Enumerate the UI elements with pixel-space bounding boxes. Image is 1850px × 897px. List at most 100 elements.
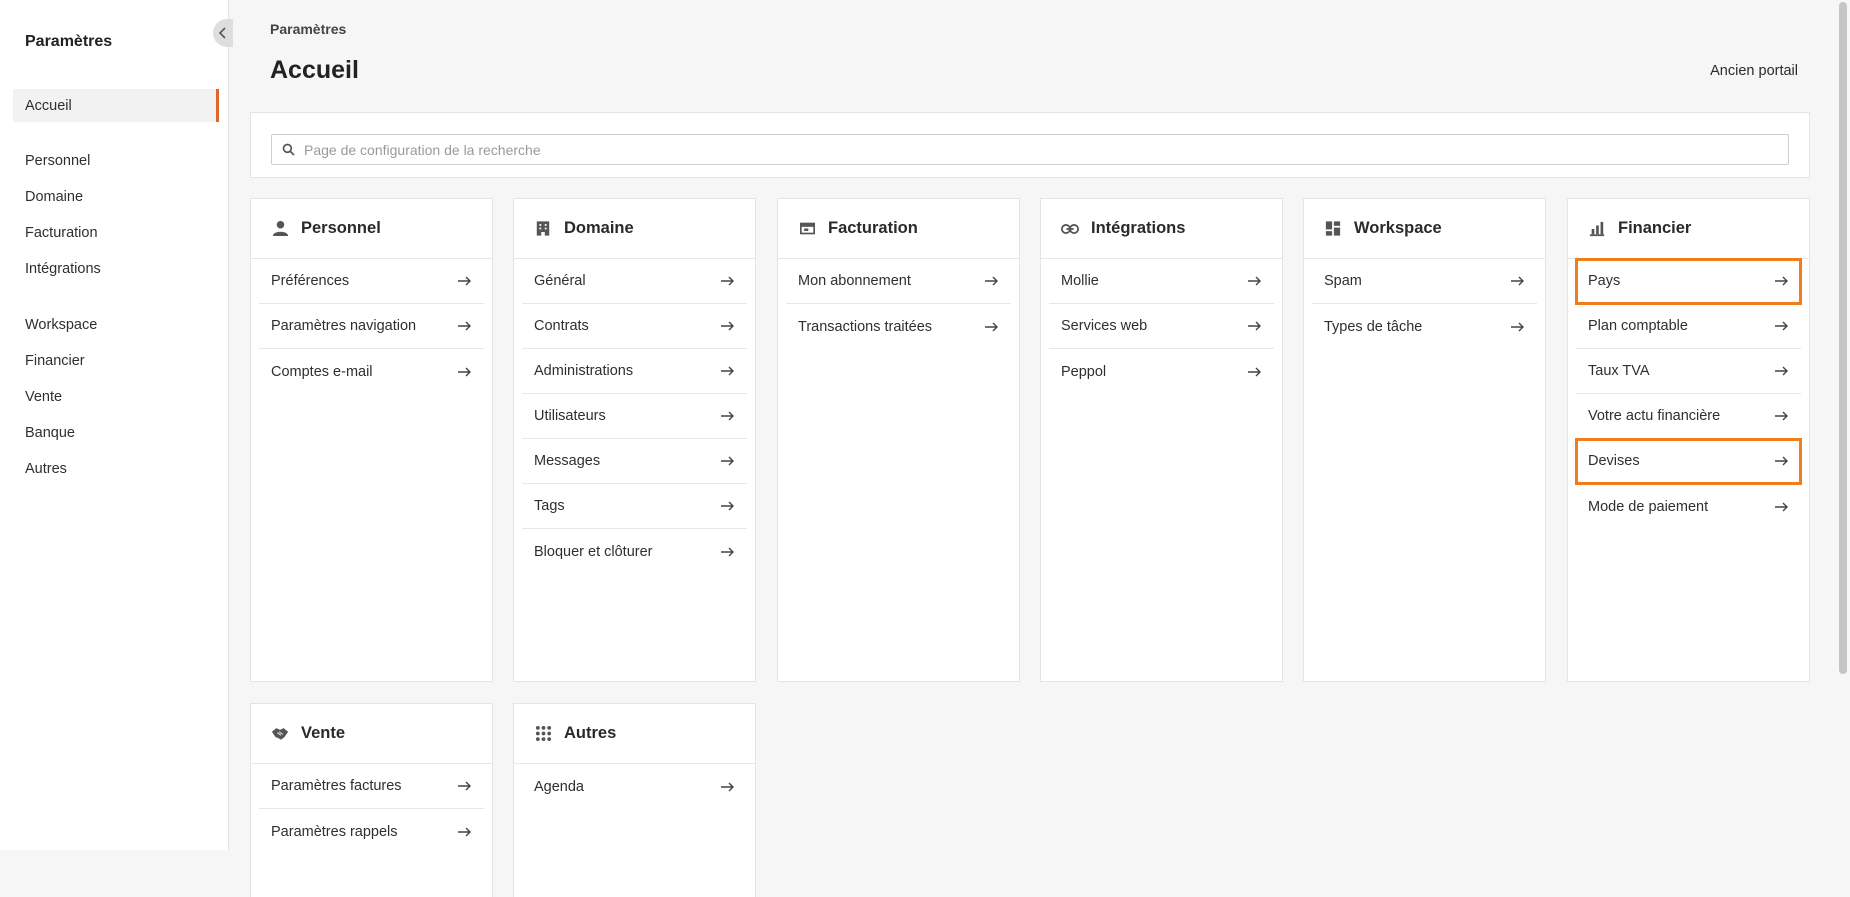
card-domaine: Domaine Général Contrats Administrations… bbox=[513, 198, 756, 682]
card-link-messages[interactable]: Messages bbox=[522, 439, 747, 484]
link-label: Peppol bbox=[1061, 363, 1107, 380]
bar-chart-icon bbox=[1588, 220, 1606, 238]
card-link-mon-abonnement[interactable]: Mon abonnement bbox=[786, 259, 1011, 304]
chevron-left-icon bbox=[218, 27, 226, 39]
card-link-mode-de-paiement[interactable]: Mode de paiement bbox=[1576, 484, 1801, 529]
card-header: Domaine bbox=[514, 199, 755, 259]
link-label: Plan comptable bbox=[1588, 318, 1688, 334]
card-link-devises[interactable]: Devises bbox=[1575, 438, 1802, 485]
card-link-plan-comptable[interactable]: Plan comptable bbox=[1576, 304, 1801, 349]
arrow-right-icon bbox=[458, 781, 471, 791]
card-title: Personnel bbox=[301, 219, 381, 237]
card-link-agenda[interactable]: Agenda bbox=[522, 764, 747, 809]
arrow-right-icon bbox=[1775, 321, 1788, 331]
link-label: Paramètres rappels bbox=[271, 823, 398, 840]
sidebar-item-autres[interactable]: Autres bbox=[13, 452, 219, 485]
handshake-icon bbox=[271, 725, 289, 743]
card-link-bloquer-cloturer[interactable]: Bloquer et clôturer bbox=[522, 529, 747, 574]
search-panel bbox=[250, 112, 1810, 178]
card-link-votre-actu-financiere[interactable]: Votre actu financière bbox=[1576, 394, 1801, 439]
card-link-comptes-email[interactable]: Comptes e-mail bbox=[259, 349, 484, 394]
arrow-right-icon bbox=[1775, 502, 1788, 511]
arrow-right-icon bbox=[721, 366, 734, 376]
card-link-mollie[interactable]: Mollie bbox=[1049, 259, 1274, 304]
card-link-preferences[interactable]: Préférences bbox=[259, 259, 484, 304]
card-link-peppol[interactable]: Peppol bbox=[1049, 349, 1274, 394]
grid-dots-icon bbox=[534, 725, 552, 743]
arrow-right-icon bbox=[1775, 411, 1788, 421]
arrow-right-icon bbox=[721, 411, 734, 421]
sidebar-item-integrations[interactable]: Intégrations bbox=[13, 252, 219, 285]
arrow-right-icon bbox=[458, 276, 471, 286]
card-link-services-web[interactable]: Services web bbox=[1049, 304, 1274, 349]
card-link-parametres-navigation[interactable]: Paramètres navigation bbox=[259, 304, 484, 349]
arrow-right-icon bbox=[1511, 276, 1524, 286]
card-link-contrats[interactable]: Contrats bbox=[522, 304, 747, 349]
link-label: Tags bbox=[534, 498, 565, 514]
card-link-pays[interactable]: Pays bbox=[1575, 258, 1802, 305]
link-label: Messages bbox=[534, 453, 601, 469]
card-header: Facturation bbox=[778, 199, 1019, 259]
link-label: Devises bbox=[1588, 453, 1640, 469]
card-link-spam[interactable]: Spam bbox=[1312, 259, 1537, 304]
card-link-administrations[interactable]: Administrations bbox=[522, 349, 747, 394]
billing-icon bbox=[798, 220, 816, 238]
old-portal-link[interactable]: Ancien portail bbox=[1710, 63, 1798, 79]
card-header: Personnel bbox=[251, 199, 492, 259]
sidebar-item-personnel[interactable]: Personnel bbox=[13, 144, 219, 177]
link-label: Préférences bbox=[271, 273, 350, 289]
card-title: Financier bbox=[1618, 219, 1692, 237]
arrow-right-icon bbox=[1248, 321, 1261, 331]
card-header: Vente bbox=[251, 704, 492, 764]
arrow-right-icon bbox=[458, 321, 471, 331]
card-link-utilisateurs[interactable]: Utilisateurs bbox=[522, 394, 747, 439]
card-title: Workspace bbox=[1354, 219, 1442, 237]
card-link-tags[interactable]: Tags bbox=[522, 484, 747, 529]
search-box[interactable] bbox=[271, 134, 1789, 165]
arrow-right-icon bbox=[721, 547, 734, 556]
link-label: Général bbox=[534, 273, 586, 289]
card-link-parametres-factures[interactable]: Paramètres factures bbox=[259, 764, 484, 809]
collapse-sidebar-button[interactable] bbox=[213, 19, 233, 47]
person-icon bbox=[271, 220, 289, 238]
card-facturation: Facturation Mon abonnement Transactions … bbox=[777, 198, 1020, 682]
link-label: Taux TVA bbox=[1588, 363, 1650, 379]
page-title: Accueil bbox=[270, 56, 359, 84]
arrow-right-icon bbox=[721, 782, 734, 791]
link-label: Comptes e-mail bbox=[271, 363, 373, 380]
card-header: Intégrations bbox=[1041, 199, 1282, 259]
sidebar-item-workspace[interactable]: Workspace bbox=[13, 308, 219, 341]
sidebar-item-financier[interactable]: Financier bbox=[13, 344, 219, 377]
scrollbar[interactable] bbox=[1836, 0, 1850, 897]
card-workspace: Workspace Spam Types de tâche bbox=[1303, 198, 1546, 682]
card-header: Workspace bbox=[1304, 199, 1545, 259]
card-link-taux-tva[interactable]: Taux TVA bbox=[1576, 349, 1801, 394]
scrollbar-thumb[interactable] bbox=[1839, 2, 1847, 674]
link-label: Paramètres factures bbox=[271, 778, 402, 794]
breadcrumb[interactable]: Paramètres bbox=[270, 21, 346, 37]
sidebar-item-vente[interactable]: Vente bbox=[13, 380, 219, 413]
card-header: Financier bbox=[1568, 199, 1809, 259]
link-label: Utilisateurs bbox=[534, 408, 606, 424]
arrow-right-icon bbox=[1775, 456, 1788, 466]
link-label: Contrats bbox=[534, 318, 589, 334]
arrow-right-icon bbox=[458, 367, 471, 376]
card-title: Vente bbox=[301, 724, 346, 742]
arrow-right-icon bbox=[721, 276, 734, 286]
card-link-parametres-rappels[interactable]: Paramètres rappels bbox=[259, 809, 484, 854]
arrow-right-icon bbox=[721, 501, 734, 511]
card-personnel: Personnel Préférences Paramètres navigat… bbox=[250, 198, 493, 682]
sidebar-item-facturation[interactable]: Facturation bbox=[13, 216, 219, 249]
card-link-general[interactable]: Général bbox=[522, 259, 747, 304]
link-label: Mollie bbox=[1061, 273, 1099, 289]
sidebar-title: Paramètres bbox=[25, 33, 113, 50]
card-link-types-de-tache[interactable]: Types de tâche bbox=[1312, 304, 1537, 349]
link-label: Types de tâche bbox=[1324, 318, 1423, 335]
card-link-transactions-traitees[interactable]: Transactions traitées bbox=[786, 304, 1011, 349]
sidebar-item-accueil[interactable]: Accueil bbox=[13, 89, 219, 122]
sidebar-item-domaine[interactable]: Domaine bbox=[13, 180, 219, 213]
sidebar-item-banque[interactable]: Banque bbox=[13, 416, 219, 449]
link-label: Pays bbox=[1588, 273, 1621, 289]
dashboard-icon bbox=[1324, 220, 1342, 238]
search-input[interactable] bbox=[304, 141, 1754, 158]
